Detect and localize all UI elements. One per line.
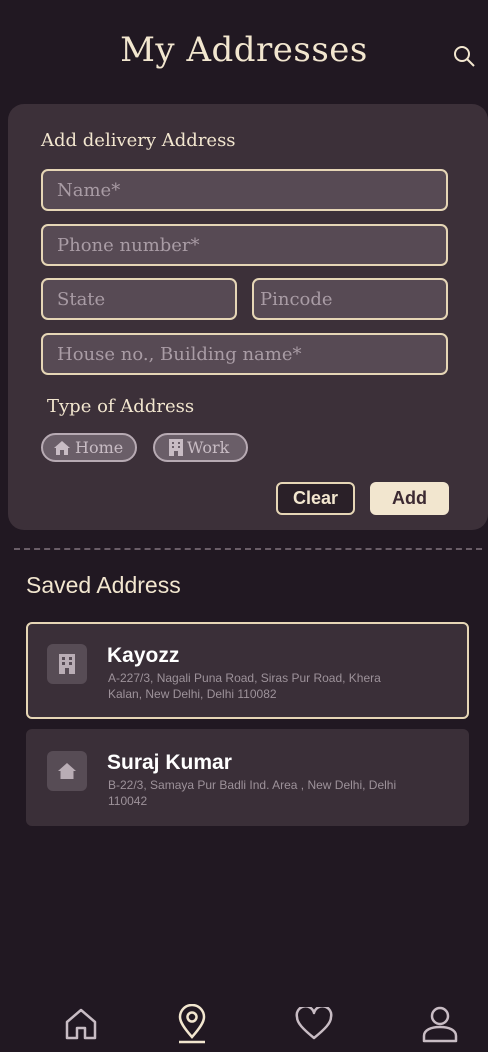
clear-button[interactable]: Clear (276, 482, 355, 515)
search-icon[interactable] (452, 44, 476, 68)
type-chip-label: Home (75, 438, 124, 457)
user-icon[interactable] (421, 1005, 459, 1043)
phone-field[interactable] (41, 224, 448, 266)
address-text: A-227/3, Nagali Puna Road, Siras Pur Roa… (108, 671, 381, 701)
address-name: Suraj Kumar (107, 751, 232, 774)
add-address-form: Add delivery Address Type of Address Hom… (8, 104, 488, 530)
building-icon (59, 654, 75, 674)
house-field[interactable] (41, 333, 448, 375)
heart-icon[interactable] (295, 1007, 333, 1041)
pincode-field[interactable] (252, 278, 448, 320)
home-icon (54, 440, 70, 455)
address-type-icon-box (47, 751, 87, 791)
address-type-heading: Type of Address (47, 396, 195, 417)
type-chip-home[interactable]: Home (41, 433, 137, 462)
state-field[interactable] (41, 278, 237, 320)
search-button[interactable] (450, 42, 478, 70)
location-pin-icon[interactable] (175, 1004, 209, 1044)
saved-address-heading: Saved Address (26, 572, 181, 598)
page-title: My Addresses (120, 30, 368, 70)
address-name: Kayozz (107, 644, 180, 667)
address-type-icon-box (47, 644, 87, 684)
type-chip-label: Work (187, 438, 230, 457)
header: My Addresses (0, 0, 488, 104)
bottom-nav (0, 992, 488, 1052)
nav-home[interactable] (59, 1002, 103, 1046)
building-icon (169, 439, 183, 456)
home-icon[interactable] (64, 1007, 98, 1041)
add-button[interactable]: Add (370, 482, 449, 515)
nav-profile[interactable] (418, 1002, 462, 1046)
type-chip-work[interactable]: Work (153, 433, 248, 462)
section-divider (14, 548, 482, 550)
nav-favourites[interactable] (292, 1002, 336, 1046)
name-field[interactable] (41, 169, 448, 211)
nav-addresses[interactable] (170, 1002, 214, 1046)
form-heading: Add delivery Address (41, 130, 236, 151)
saved-address-card[interactable]: Suraj Kumar B-22/3, Samaya Pur Badli Ind… (26, 729, 469, 826)
home-icon (58, 763, 76, 779)
address-text: B-22/3, Samaya Pur Badli Ind. Area , New… (108, 778, 397, 808)
saved-address-card[interactable]: Kayozz A-227/3, Nagali Puna Road, Siras … (26, 622, 469, 719)
